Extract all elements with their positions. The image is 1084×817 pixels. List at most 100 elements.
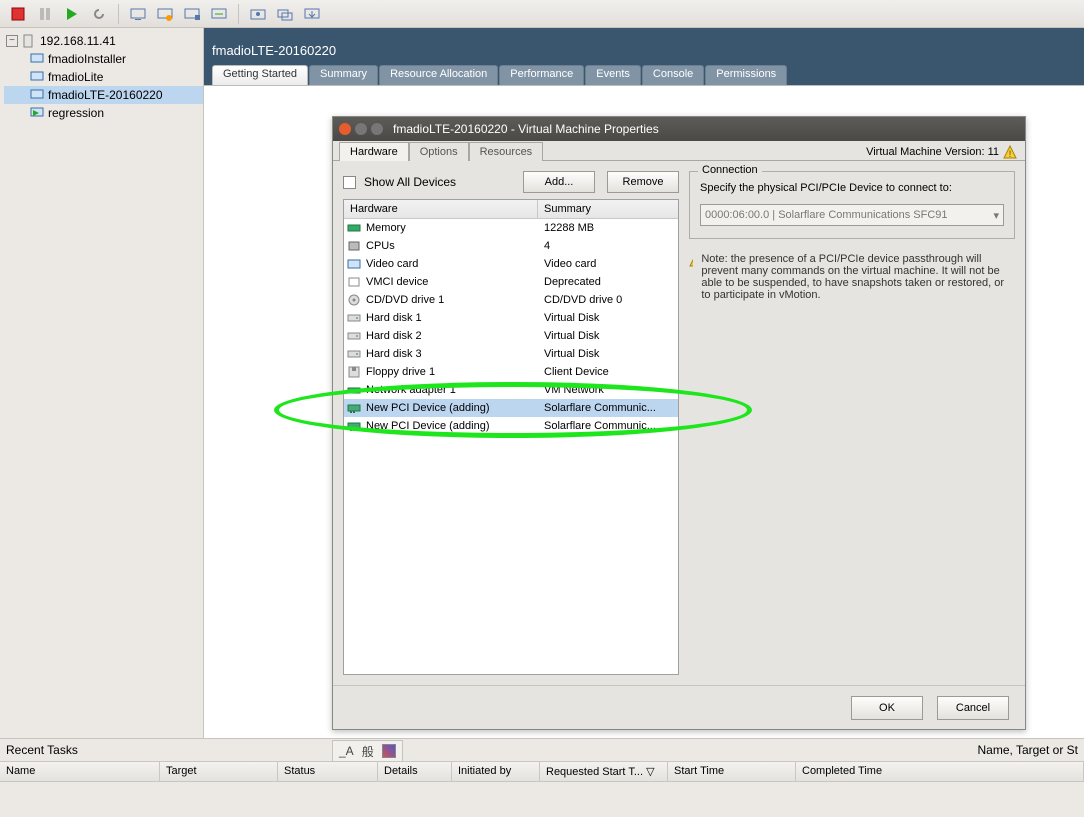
connection-legend: Connection — [698, 164, 762, 176]
col-initiated-by[interactable]: Initiated by — [452, 762, 540, 781]
col-start-time[interactable]: Start Time — [668, 762, 796, 781]
hardware-name: CD/DVD drive 1 — [364, 294, 538, 306]
hardware-summary: Video card — [538, 258, 678, 270]
vm-export-icon[interactable] — [300, 2, 324, 26]
cd-icon — [344, 294, 364, 306]
ime-mode-a[interactable]: _A — [339, 744, 354, 758]
col-target[interactable]: Target — [160, 762, 278, 781]
col-details[interactable]: Details — [378, 762, 452, 781]
tree-root-label: 192.168.11.41 — [40, 34, 116, 48]
hdd-icon — [344, 330, 364, 342]
cpu-icon — [344, 240, 364, 252]
remove-button[interactable]: Remove — [607, 171, 679, 193]
tree-root[interactable]: − 192.168.11.41 — [4, 32, 203, 50]
floppy-icon — [344, 366, 364, 378]
hardware-name: Memory — [364, 222, 538, 234]
ime-toolbar[interactable]: _A 般 — [332, 740, 403, 762]
hardware-row[interactable]: New PCI Device (adding)Solarflare Commun… — [344, 417, 678, 435]
hardware-name: New PCI Device (adding) — [364, 420, 538, 432]
collapse-icon[interactable]: − — [6, 35, 18, 47]
col-status[interactable]: Status — [278, 762, 378, 781]
stop-icon[interactable] — [6, 2, 30, 26]
tab-permissions[interactable]: Permissions — [705, 65, 787, 85]
hardware-row[interactable]: Video cardVideo card — [344, 255, 678, 273]
hardware-row[interactable]: Hard disk 2Virtual Disk — [344, 327, 678, 345]
vm-running-icon — [30, 106, 44, 120]
tree-item[interactable]: fmadioInstaller — [4, 50, 203, 68]
vm-properties-dialog: fmadioLTE-20160220 - Virtual Machine Pro… — [332, 116, 1026, 730]
recent-tasks-filter-label: Name, Target or St — [978, 743, 1079, 757]
tree-item[interactable]: regression — [4, 104, 203, 122]
hardware-summary: Deprecated — [538, 276, 678, 288]
col-name[interactable]: Name — [0, 762, 160, 781]
dialog-tab-hardware[interactable]: Hardware — [339, 142, 409, 161]
hardware-row[interactable]: New PCI Device (adding)Solarflare Commun… — [344, 399, 678, 417]
hdd-icon — [344, 312, 364, 324]
tab-events[interactable]: Events — [585, 65, 641, 85]
tab-summary[interactable]: Summary — [309, 65, 378, 85]
inventory-tree: − 192.168.11.41 fmadioInstaller fmadioLi… — [0, 28, 204, 738]
content-header: fmadioLTE-20160220 — [204, 28, 1084, 66]
vmci-icon — [344, 276, 364, 288]
vm-icon[interactable] — [207, 2, 231, 26]
tab-getting-started[interactable]: Getting Started — [212, 65, 308, 85]
hardware-name: Hard disk 3 — [364, 348, 538, 360]
hardware-summary: 4 — [538, 240, 678, 252]
hardware-summary: Solarflare Communic... — [538, 402, 678, 414]
host-icon — [22, 34, 36, 48]
refresh-icon[interactable] — [87, 2, 111, 26]
col-summary[interactable]: Summary — [538, 200, 678, 218]
task-columns: Name Target Status Details Initiated by … — [0, 761, 1084, 782]
maximize-icon[interactable] — [371, 123, 383, 135]
snapshot-icon[interactable] — [246, 2, 270, 26]
tree-item-selected[interactable]: fmadioLTE-20160220 — [4, 86, 203, 104]
tree-item-label: fmadioInstaller — [48, 52, 126, 66]
vm-icon[interactable] — [126, 2, 150, 26]
ok-button[interactable]: OK — [851, 696, 923, 720]
chevron-down-icon: ▾ — [993, 209, 999, 222]
pci-device-combo[interactable]: 0000:06:00.0 | Solarflare Communications… — [700, 204, 1004, 226]
minimize-icon[interactable] — [355, 123, 367, 135]
hardware-name: CPUs — [364, 240, 538, 252]
pci-icon — [344, 402, 364, 414]
hardware-row[interactable]: VMCI deviceDeprecated — [344, 273, 678, 291]
tab-resource-allocation[interactable]: Resource Allocation — [379, 65, 498, 85]
pause-icon[interactable] — [33, 2, 57, 26]
close-icon[interactable] — [339, 123, 351, 135]
vm-icon[interactable] — [153, 2, 177, 26]
hardware-row[interactable]: Floppy drive 1Client Device — [344, 363, 678, 381]
tree-item[interactable]: fmadioLite — [4, 68, 203, 86]
vm-icon[interactable] — [180, 2, 204, 26]
cancel-button[interactable]: Cancel — [937, 696, 1009, 720]
connection-fieldset: Connection Specify the physical PCI/PCIe… — [689, 171, 1015, 239]
hardware-row[interactable]: Memory12288 MB — [344, 219, 678, 237]
hardware-summary: VM Network — [538, 384, 678, 396]
hardware-summary: Solarflare Communic... — [538, 420, 678, 432]
col-hardware[interactable]: Hardware — [344, 200, 538, 218]
col-completed[interactable]: Completed Time — [796, 762, 1084, 781]
hardware-name: Hard disk 2 — [364, 330, 538, 342]
content-title: fmadioLTE-20160220 — [212, 43, 336, 66]
add-button[interactable]: Add... — [523, 171, 595, 193]
warning-icon: ! — [689, 253, 693, 267]
tab-console[interactable]: Console — [642, 65, 704, 85]
ime-mode-general[interactable]: 般 — [362, 743, 374, 760]
snapshot-manage-icon[interactable] — [273, 2, 297, 26]
hardware-row[interactable]: CD/DVD drive 1CD/DVD drive 0 — [344, 291, 678, 309]
hardware-row[interactable]: Hard disk 3Virtual Disk — [344, 345, 678, 363]
dialog-tab-resources[interactable]: Resources — [469, 142, 544, 161]
hardware-row[interactable]: CPUs4 — [344, 237, 678, 255]
main-toolbar — [0, 0, 1084, 28]
show-all-devices-checkbox[interactable] — [343, 176, 356, 189]
hardware-summary: Client Device — [538, 366, 678, 378]
hardware-row[interactable]: Hard disk 1Virtual Disk — [344, 309, 678, 327]
hardware-row[interactable]: Network adapter 1VM Network — [344, 381, 678, 399]
tab-performance[interactable]: Performance — [499, 65, 584, 85]
ime-settings-icon[interactable] — [382, 744, 396, 758]
show-all-devices-label: Show All Devices — [364, 175, 456, 189]
dialog-tab-options[interactable]: Options — [409, 142, 469, 161]
play-icon[interactable] — [60, 2, 84, 26]
col-requested[interactable]: Requested Start T... ▽ — [540, 762, 668, 781]
hardware-name: New PCI Device (adding) — [364, 402, 538, 414]
dialog-titlebar[interactable]: fmadioLTE-20160220 - Virtual Machine Pro… — [333, 117, 1025, 141]
